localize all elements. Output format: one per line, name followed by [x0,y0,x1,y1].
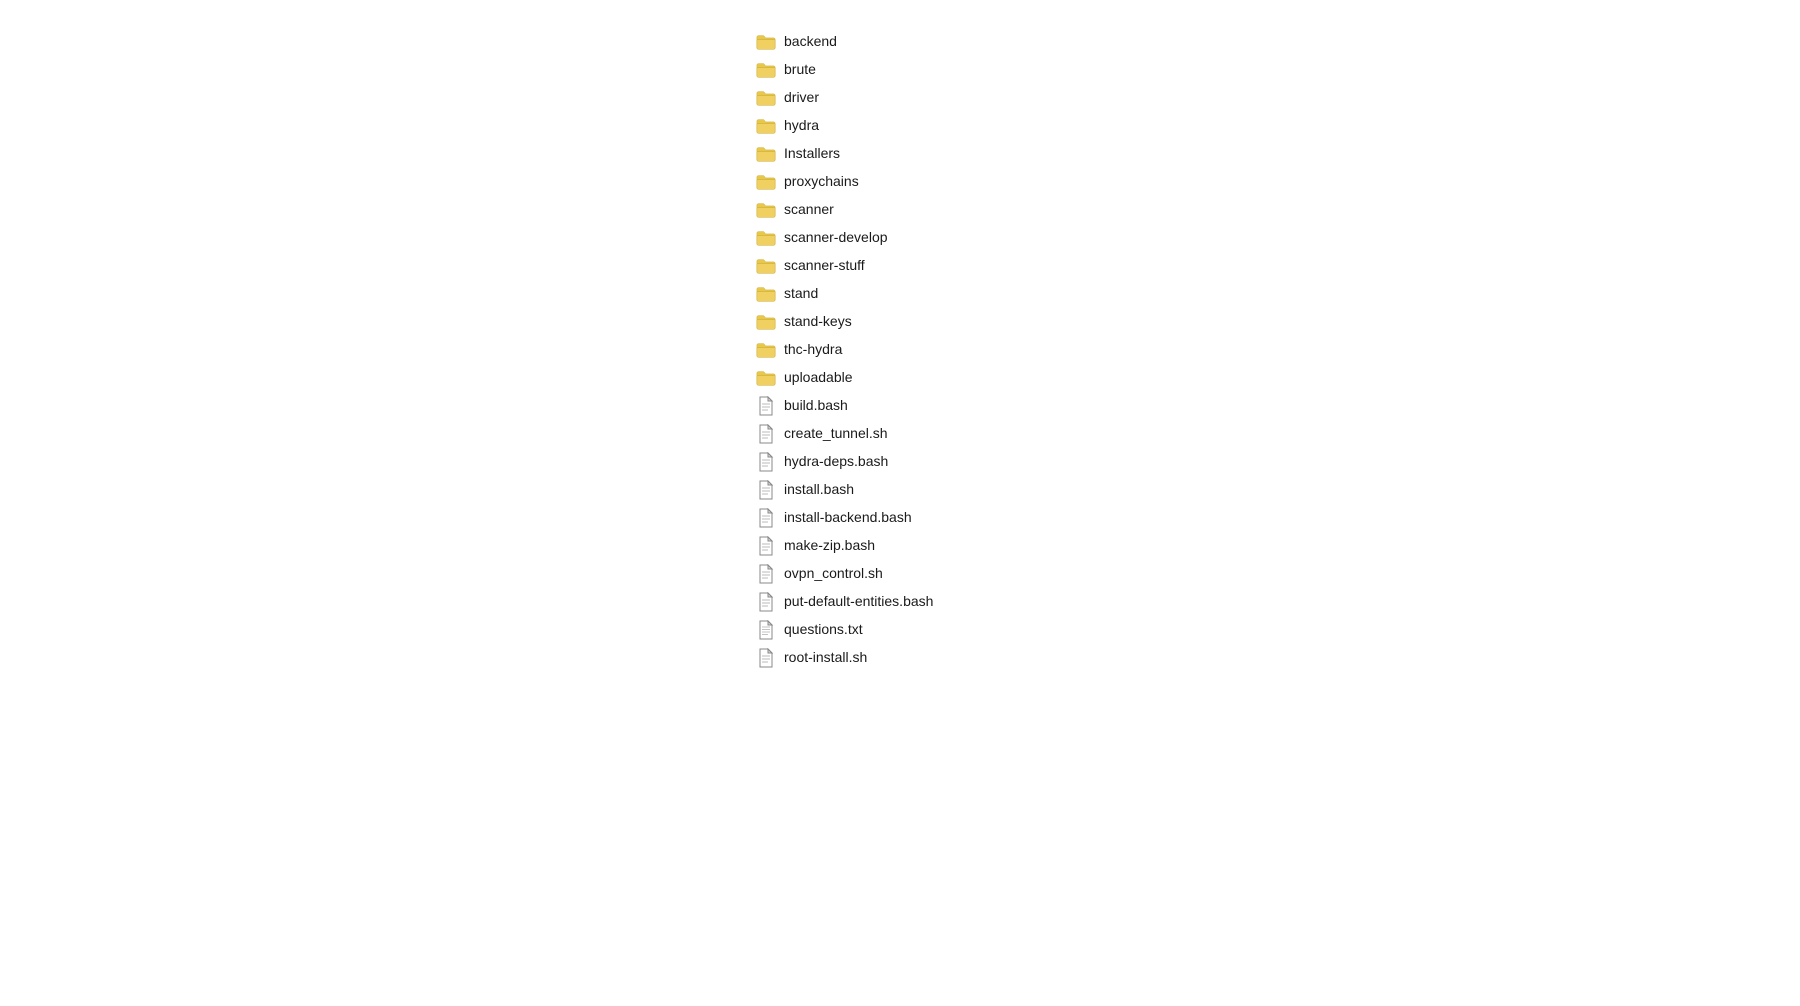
file-icon [756,564,776,584]
file-name-label: backend [784,32,837,52]
folder-icon [756,312,776,332]
folder-icon [756,172,776,192]
list-item[interactable]: make-zip.bash [750,532,1050,560]
file-name-label: thc-hydra [784,340,842,360]
file-name-label: scanner [784,200,834,220]
list-item[interactable]: scanner-stuff [750,252,1050,280]
list-item[interactable]: hydra [750,112,1050,140]
list-item[interactable]: questions.txt [750,616,1050,644]
list-item[interactable]: hydra-deps.bash [750,448,1050,476]
file-name-label: Installers [784,144,840,164]
txt-file-icon [756,620,776,640]
folder-icon [756,200,776,220]
file-icon [756,508,776,528]
file-name-label: root-install.sh [784,648,867,668]
file-name-label: scanner-develop [784,228,888,248]
file-name-label: hydra-deps.bash [784,452,888,472]
folder-icon [756,368,776,388]
folder-icon [756,228,776,248]
list-item[interactable]: uploadable [750,364,1050,392]
list-item[interactable]: install.bash [750,476,1050,504]
file-name-label: install.bash [784,480,854,500]
list-item[interactable]: install-backend.bash [750,504,1050,532]
file-icon [756,480,776,500]
file-list: backend brute driver hydra Installers pr… [750,20,1050,986]
file-name-label: build.bash [784,396,848,416]
file-name-label: put-default-entities.bash [784,592,933,612]
file-name-label: driver [784,88,819,108]
file-name-label: stand [784,284,818,304]
folder-icon [756,60,776,80]
file-name-label: questions.txt [784,620,863,640]
list-item[interactable]: Installers [750,140,1050,168]
list-item[interactable]: stand [750,280,1050,308]
list-item[interactable]: scanner [750,196,1050,224]
file-icon [756,648,776,668]
folder-icon [756,144,776,164]
list-item[interactable]: put-default-entities.bash [750,588,1050,616]
list-item[interactable]: build.bash [750,392,1050,420]
folder-icon [756,32,776,52]
list-item[interactable]: scanner-develop [750,224,1050,252]
file-icon [756,396,776,416]
file-name-label: hydra [784,116,819,136]
folder-icon [756,256,776,276]
file-name-label: create_tunnel.sh [784,424,888,444]
list-item[interactable]: driver [750,84,1050,112]
file-name-label: brute [784,60,816,80]
folder-icon [756,116,776,136]
list-item[interactable]: stand-keys [750,308,1050,336]
file-name-label: install-backend.bash [784,508,912,528]
file-icon [756,536,776,556]
file-icon [756,424,776,444]
folder-icon [756,284,776,304]
file-name-label: stand-keys [784,312,852,332]
folder-icon [756,88,776,108]
list-item[interactable]: thc-hydra [750,336,1050,364]
list-item[interactable]: create_tunnel.sh [750,420,1050,448]
file-icon [756,592,776,612]
file-name-label: uploadable [784,368,853,388]
list-item[interactable]: proxychains [750,168,1050,196]
file-name-label: ovpn_control.sh [784,564,883,584]
list-item[interactable]: root-install.sh [750,644,1050,672]
file-name-label: proxychains [784,172,859,192]
file-name-label: scanner-stuff [784,256,865,276]
file-name-label: make-zip.bash [784,536,875,556]
list-item[interactable]: brute [750,56,1050,84]
folder-icon [756,340,776,360]
list-item[interactable]: backend [750,28,1050,56]
list-item[interactable]: ovpn_control.sh [750,560,1050,588]
file-icon [756,452,776,472]
